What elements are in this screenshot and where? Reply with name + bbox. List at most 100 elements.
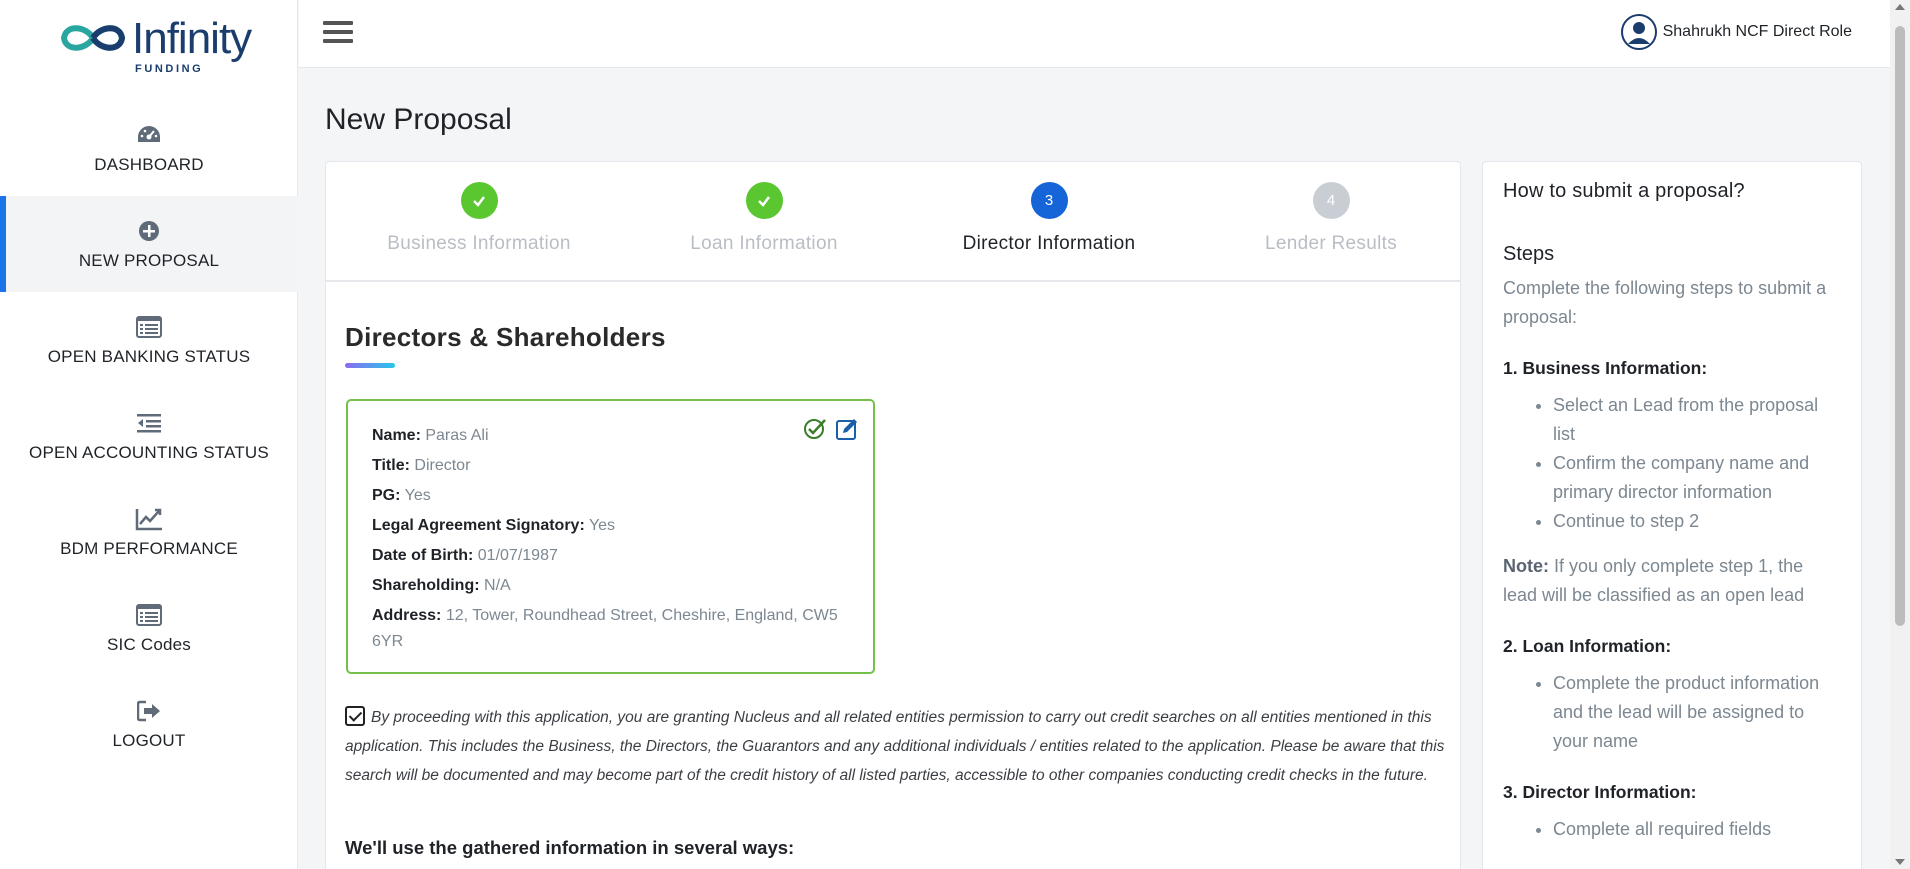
sidebar-item-sic-codes[interactable]: SIC Codes [0, 580, 298, 676]
shareholding-value: N/A [484, 577, 511, 594]
director-shareholding-row: Shareholding: N/A [372, 571, 849, 601]
dob-label: Date of Birth: [372, 547, 474, 564]
list-item: Select an Lead from the proposal list [1553, 391, 1841, 449]
step-label: Lender Results [1265, 233, 1397, 254]
step-business-information[interactable]: Business Information [349, 182, 609, 255]
pg-label: PG: [372, 487, 401, 504]
help-panel: How to submit a proposal? Steps Complete… [1482, 161, 1862, 869]
director-signatory-row: Legal Agreement Signatory: Yes [372, 511, 849, 541]
dashboard-gauge-icon [135, 121, 163, 149]
step-label: Director Information [962, 233, 1136, 254]
director-dob-row: Date of Birth: 01/07/1987 [372, 541, 849, 571]
menu-toggle-icon[interactable] [323, 21, 353, 47]
help-step2-list: Complete the product information and the… [1553, 669, 1841, 756]
indent-list-icon [135, 409, 163, 437]
list-window-icon [135, 313, 163, 341]
credit-search-consent: By proceeding with this application, you… [345, 703, 1445, 790]
top-bar: Shahrukh NCF Direct Role [299, 0, 1890, 68]
director-card-actions [803, 417, 859, 441]
step-number: 3 [1030, 182, 1068, 219]
avatar [1620, 14, 1657, 50]
help-step2-title: 2. Loan Information: [1503, 636, 1672, 656]
title-label: Title: [372, 457, 410, 474]
help-intro: Complete the following steps to submit a… [1503, 278, 1827, 327]
scroll-up-arrow-icon[interactable] [1895, 4, 1905, 10]
help-steps-heading: Steps [1503, 243, 1555, 265]
signatory-value: Yes [588, 517, 616, 534]
step-lender-results[interactable]: 4 Lender Results [1201, 182, 1461, 255]
step-label: Business Information [387, 233, 571, 254]
list-item: Complete all required fields [1553, 815, 1841, 844]
user-name: Shahrukh NCF Direct Role [1662, 23, 1852, 40]
step-done-check-icon [460, 182, 498, 219]
verified-check-icon[interactable] [803, 417, 827, 441]
director-address-row: Address: 12, Tower, Roundhead Street, Ch… [372, 603, 849, 655]
edit-icon[interactable] [835, 417, 859, 441]
list-item: Confirm the company name and primary dir… [1553, 449, 1841, 507]
sidebar-item-dashboard[interactable]: DASHBOARD [0, 100, 298, 196]
help-step3-title: 3. Director Information: [1503, 782, 1697, 802]
dob-value: 01/07/1987 [477, 547, 558, 564]
proposal-card: Business Information Loan Information 3 … [325, 161, 1461, 869]
name-value: Paras Ali [425, 427, 489, 444]
sidebar-label-sic-codes: SIC Codes [106, 635, 191, 654]
step-done-check-icon [745, 182, 783, 219]
scrollbar-thumb[interactable] [1895, 26, 1905, 626]
help-note: Note: If you only complete step 1, the l… [1503, 552, 1841, 610]
infinity-logo-icon [60, 25, 126, 51]
sidebar-item-open-accounting-status[interactable]: OPEN ACCOUNTING STATUS [0, 388, 298, 484]
list-item: Continue to step 2 [1553, 507, 1841, 536]
sidebar-label-bdm-performance: BDM PERFORMANCE [60, 539, 238, 558]
step-director-information[interactable]: 3 Director Information [919, 182, 1179, 255]
title-value: Director [414, 457, 471, 474]
step-loan-information[interactable]: Loan Information [634, 182, 894, 255]
director-name-row: Name: Paras Ali [372, 421, 849, 451]
ways-heading: We'll use the gathered information in se… [345, 837, 795, 858]
help-title: How to submit a proposal? [1503, 180, 1745, 202]
progress-stepper: Business Information Loan Information 3 … [326, 162, 1460, 282]
sidebar-label-dashboard: DASHBOARD [94, 155, 204, 174]
director-pg-row: PG: Yes [372, 481, 849, 511]
address-value: 12, Tower, Roundhead Street, Cheshire, E… [372, 607, 838, 650]
sidebar-label-open-banking-status: OPEN BANKING STATUS [47, 347, 251, 366]
note-label: Note: [1503, 556, 1549, 576]
consent-checkbox[interactable] [345, 706, 365, 726]
logo-wordmark: Infinity [132, 14, 252, 63]
scroll-down-arrow-icon[interactable] [1895, 859, 1905, 865]
plus-circle-icon [135, 217, 163, 245]
section-underline [345, 363, 395, 368]
help-step3-list: Complete all required fields [1553, 815, 1841, 844]
shareholding-label: Shareholding: [372, 577, 480, 594]
consent-text: By proceeding with this application, you… [345, 709, 1445, 784]
line-chart-icon [135, 505, 163, 533]
logo-subtitle: FUNDING [135, 63, 204, 75]
sidebar: Infinity FUNDING DASHBOARD NEW PROPOSAL … [0, 0, 298, 869]
step-number: 4 [1312, 182, 1350, 219]
logout-icon [135, 697, 163, 725]
infinity-funding-logo[interactable]: Infinity FUNDING [58, 12, 252, 75]
sidebar-item-new-proposal[interactable]: NEW PROPOSAL [0, 196, 298, 292]
step-label: Loan Information [690, 233, 838, 254]
page-scrollbar[interactable] [1890, 0, 1910, 869]
signatory-label: Legal Agreement Signatory: [372, 517, 585, 534]
user-menu[interactable]: Shahrukh NCF Direct Role [1620, 14, 1852, 50]
pg-value: Yes [404, 487, 431, 504]
note-text: If you only complete step 1, the lead wi… [1503, 556, 1805, 605]
help-step1-title: 1. Business Information: [1503, 358, 1708, 378]
help-step1-list: Select an Lead from the proposal list Co… [1553, 391, 1841, 536]
address-label: Address: [372, 607, 442, 624]
sidebar-item-logout[interactable]: LOGOUT [0, 676, 298, 772]
director-card: Name: Paras Ali Title: Director PG: Yes … [346, 399, 875, 674]
list-item: Complete the product information and the… [1553, 669, 1841, 756]
sidebar-label-open-accounting-status: OPEN ACCOUNTING STATUS [29, 443, 269, 462]
section-title: Directors & Shareholders [345, 322, 666, 352]
sidebar-label-new-proposal: NEW PROPOSAL [78, 251, 220, 270]
list-window-icon [135, 601, 163, 629]
name-label: Name: [372, 427, 421, 444]
page-title: New Proposal [325, 103, 512, 136]
sidebar-item-bdm-performance[interactable]: BDM PERFORMANCE [0, 484, 298, 580]
sidebar-label-logout: LOGOUT [112, 731, 186, 750]
director-title-row: Title: Director [372, 451, 849, 481]
sidebar-item-open-banking-status[interactable]: OPEN BANKING STATUS [0, 292, 298, 388]
sidebar-nav: DASHBOARD NEW PROPOSAL OPEN BANKING STAT… [0, 100, 298, 772]
